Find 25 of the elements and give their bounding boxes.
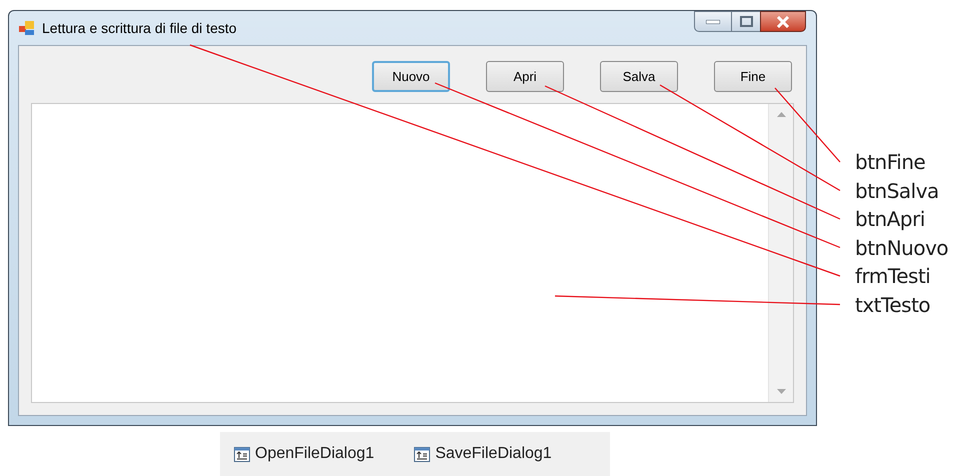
close-button[interactable] — [760, 11, 806, 32]
callout-label: txtTesto — [855, 292, 932, 318]
callout-label: btnSalva — [855, 178, 940, 204]
form-button[interactable]: Apri — [486, 61, 564, 92]
form-icon — [19, 21, 35, 35]
close-icon — [776, 16, 790, 28]
callout-label: btnFine — [855, 149, 926, 176]
callout-label: btnApri — [855, 206, 926, 233]
window-title: Lettura e scrittura di file di testo — [42, 18, 237, 38]
callout-label: frmTesti — [855, 263, 932, 290]
minimize-button[interactable] — [694, 11, 732, 32]
maximize-icon — [740, 16, 752, 27]
component-label[interactable]: SaveFileDialog1 — [435, 442, 552, 466]
scroll-down-icon[interactable] — [776, 389, 786, 394]
dialog-component-icon — [234, 446, 250, 462]
dialog-component-icon — [414, 446, 430, 462]
maximize-button[interactable] — [732, 11, 760, 32]
form-button[interactable]: Nuovo — [372, 61, 450, 92]
form-button[interactable]: Fine — [714, 61, 792, 92]
vertical-scrollbar[interactable] — [768, 104, 793, 402]
form-button[interactable]: Salva — [600, 61, 678, 92]
component-label[interactable]: OpenFileDialog1 — [255, 442, 374, 466]
scroll-up-icon[interactable] — [776, 112, 786, 117]
minimize-icon — [706, 20, 720, 24]
callout-label: btnNuovo — [855, 234, 948, 262]
